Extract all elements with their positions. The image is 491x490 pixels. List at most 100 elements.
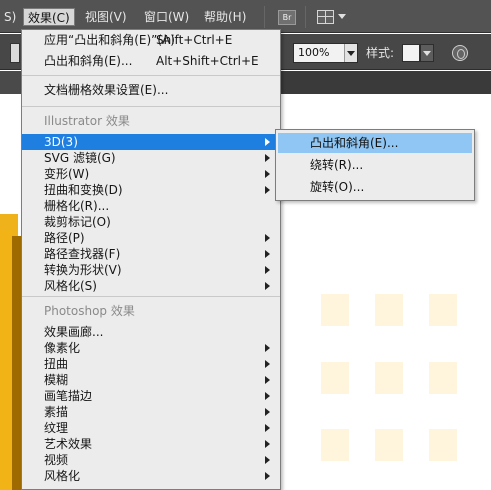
artwork-3d-front	[0, 230, 12, 490]
chevron-right-icon	[265, 440, 270, 448]
menu-item-shortcut: Shift+Ctrl+E	[156, 33, 233, 47]
menu-item-label: 风格化	[44, 469, 81, 483]
3d-submenu: 凸出和斜角(E)... 绕转(R)... 旋转(O)...	[275, 129, 475, 201]
menubar-separator	[264, 6, 265, 28]
artwork-tile	[375, 294, 403, 326]
menu-help[interactable]: 帮助(H)	[200, 8, 250, 26]
menu-item-distort-transform[interactable]: 扭曲和变换(D)	[22, 182, 280, 198]
artwork-tile	[429, 294, 457, 326]
menu-select[interactable]: S)	[0, 8, 20, 26]
menu-divider	[22, 296, 280, 297]
menu-item-stylize-photoshop[interactable]: 风格化	[22, 468, 280, 484]
menu-item-blur[interactable]: 模糊	[22, 372, 280, 388]
menu-item-rasterize[interactable]: 栅格化(R)...	[22, 198, 280, 214]
menu-item-label: 栅格化(R)...	[44, 199, 110, 213]
chevron-right-icon	[265, 138, 270, 146]
menu-item-label: 素描	[44, 405, 69, 419]
menu-item-label: 风格化(S)	[44, 279, 97, 293]
menu-item-label: 模糊	[44, 373, 69, 387]
chevron-right-icon	[265, 392, 270, 400]
submenu-item-revolve[interactable]: 绕转(R)...	[278, 155, 472, 175]
menu-item-label: 变形(W)	[44, 167, 90, 181]
menu-item-svg-filters[interactable]: SVG 滤镜(G)	[22, 150, 280, 166]
menu-item-sketch[interactable]: 素描	[22, 404, 280, 420]
menu-item-crop-marks[interactable]: 裁剪标记(O)	[22, 214, 280, 230]
artwork-tile	[321, 294, 349, 326]
menu-item-video[interactable]: 视频	[22, 452, 280, 468]
chevron-down-icon[interactable]	[338, 14, 346, 19]
menu-item-warp[interactable]: 变形(W)	[22, 166, 280, 182]
menu-item-raster-settings[interactable]: 文档栅格效果设置(E)...	[22, 82, 280, 98]
chevron-right-icon	[265, 344, 270, 352]
chevron-right-icon	[265, 408, 270, 416]
chevron-down-icon	[423, 51, 431, 56]
menu-item-stylize-illustrator[interactable]: 风格化(S)	[22, 278, 280, 294]
style-label: 样式:	[366, 46, 395, 60]
artwork-tile	[321, 362, 349, 394]
section-header-photoshop: Photoshop 效果	[44, 304, 135, 318]
menu-item-texture[interactable]: 纹理	[22, 420, 280, 436]
submenu-item-extrude-bevel[interactable]: 凸出和斜角(E)...	[278, 133, 472, 153]
menu-item-label: 文档栅格效果设置(E)...	[44, 83, 169, 97]
workspace-layout-icon[interactable]	[317, 10, 334, 24]
menu-item-label: 裁剪标记(O)	[44, 215, 111, 229]
chevron-right-icon	[265, 234, 270, 242]
effect-menu: 应用“凸出和斜角(E)”(A) Shift+Ctrl+E 凸出和斜角(E)...…	[21, 29, 281, 490]
bridge-icon[interactable]: Br	[278, 10, 296, 25]
menu-item-label: 路径(P)	[44, 231, 85, 245]
artwork-tile	[375, 429, 403, 461]
stroke-field[interactable]	[10, 43, 20, 63]
menu-item-label: SVG 滤镜(G)	[44, 151, 116, 165]
chevron-right-icon	[265, 456, 270, 464]
chevron-right-icon	[265, 424, 270, 432]
menu-item-label: 纹理	[44, 421, 69, 435]
recolor-artwork-icon[interactable]	[452, 45, 468, 61]
chevron-right-icon	[265, 360, 270, 368]
menu-item-label: 画笔描边	[44, 389, 93, 403]
menu-divider	[22, 106, 280, 107]
menu-item-label: 凸出和斜角(E)...	[44, 54, 133, 68]
artwork-tile	[429, 429, 457, 461]
chevron-right-icon	[265, 154, 270, 162]
menu-item-effect-gallery[interactable]: 效果画廊...	[22, 324, 280, 340]
chevron-right-icon	[265, 186, 270, 194]
menu-effect[interactable]: 效果(C)	[23, 8, 75, 26]
menu-view[interactable]: 视图(V)	[81, 8, 131, 26]
submenu-item-rotate[interactable]: 旋转(O)...	[278, 177, 472, 197]
menu-divider	[22, 75, 280, 76]
chevron-right-icon	[265, 170, 270, 178]
menu-item-label: 扭曲	[44, 357, 69, 371]
menu-item-label: 转换为形状(V)	[44, 263, 122, 277]
section-header-illustrator: Illustrator 效果	[44, 114, 130, 128]
menu-item-shortcut: Alt+Shift+Ctrl+E	[156, 54, 259, 68]
chevron-right-icon	[265, 282, 270, 290]
menu-item-path[interactable]: 路径(P)	[22, 230, 280, 246]
menu-item-label: 扭曲和变换(D)	[44, 183, 123, 197]
artwork-tile	[429, 362, 457, 394]
menu-item-distort[interactable]: 扭曲	[22, 356, 280, 372]
menu-item-brush-strokes[interactable]: 画笔描边	[22, 388, 280, 404]
menu-item-label: 视频	[44, 453, 69, 467]
opacity-dropdown[interactable]	[344, 44, 357, 62]
style-swatch[interactable]	[402, 44, 420, 62]
menu-item-artistic[interactable]: 艺术效果	[22, 436, 280, 452]
artwork-tile	[375, 362, 403, 394]
menu-window[interactable]: 窗口(W)	[140, 8, 193, 26]
menu-item-3d[interactable]: 3D(3)	[22, 134, 280, 150]
menu-item-label: 3D(3)	[44, 135, 78, 149]
menu-item-pixelate[interactable]: 像素化	[22, 340, 280, 356]
chevron-down-icon	[347, 51, 355, 56]
menu-item-label: 像素化	[44, 341, 81, 355]
artwork-tile	[321, 429, 349, 461]
chevron-right-icon	[265, 250, 270, 258]
menubar-separator	[305, 6, 306, 28]
menu-item-apply-last-effect[interactable]: 应用“凸出和斜角(E)”(A) Shift+Ctrl+E	[22, 32, 280, 48]
menu-item-label: 路径查找器(F)	[44, 247, 121, 261]
menu-item-last-effect[interactable]: 凸出和斜角(E)... Alt+Shift+Ctrl+E	[22, 53, 280, 69]
menu-item-pathfinder[interactable]: 路径查找器(F)	[22, 246, 280, 262]
style-dropdown[interactable]	[420, 44, 434, 62]
menu-item-label: 艺术效果	[44, 437, 93, 451]
chevron-right-icon	[265, 376, 270, 384]
chevron-right-icon	[265, 472, 270, 480]
menu-item-convert-to-shape[interactable]: 转换为形状(V)	[22, 262, 280, 278]
